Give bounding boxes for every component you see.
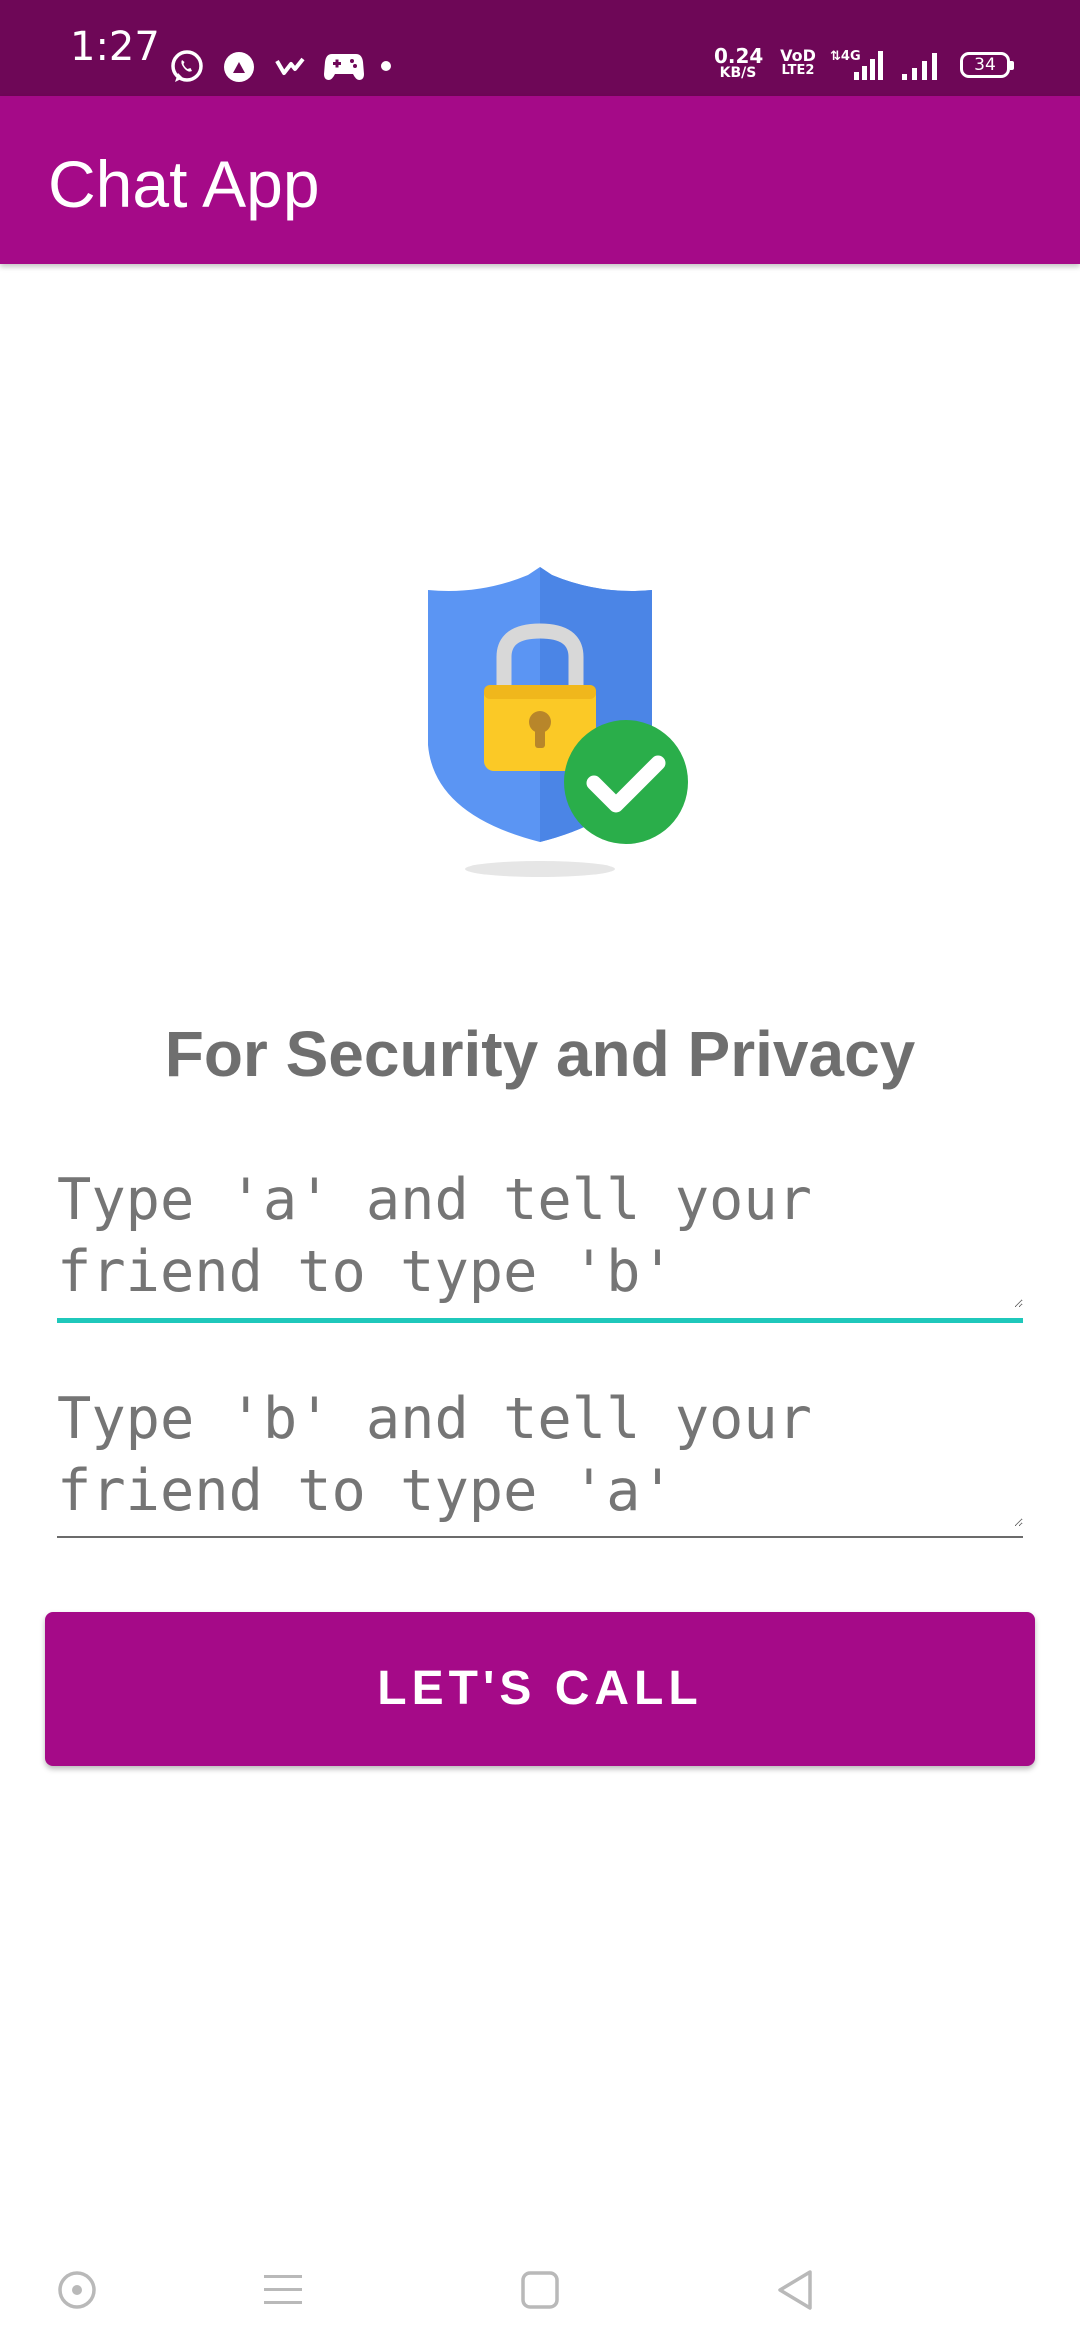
navigation-bar xyxy=(0,2230,1080,2340)
home-icon[interactable] xyxy=(520,2270,560,2310)
menu-icon[interactable] xyxy=(262,2272,304,2308)
volte-label-top: VoD xyxy=(780,46,816,65)
battery-icon: 34 xyxy=(960,52,1014,78)
check-mark-icon xyxy=(275,57,305,75)
status-bar: 1:27 0.24 KB/S VoD LTE2 ⇅4G 34 xyxy=(0,0,1080,96)
lets-call-button[interactable]: LET'S CALL xyxy=(45,1612,1035,1766)
svg-text:⇅4G: ⇅4G xyxy=(830,49,861,64)
assistant-icon[interactable] xyxy=(56,2269,98,2311)
whatsapp-icon xyxy=(171,50,203,82)
code-b-input[interactable] xyxy=(57,1383,1023,1527)
dot-icon xyxy=(381,61,391,71)
signal-icon xyxy=(902,53,937,80)
gamepad-icon xyxy=(324,54,364,80)
code-a-input-underline xyxy=(57,1318,1023,1323)
back-icon[interactable] xyxy=(774,2268,816,2312)
status-time: 1:27 xyxy=(70,24,160,70)
code-b-input-underline xyxy=(57,1536,1023,1538)
volte-icon: VoD LTE2 xyxy=(780,48,816,78)
signal-4g-icon: ⇅4G xyxy=(830,49,883,80)
network-speed-unit: KB/S xyxy=(719,65,757,81)
volte-label-bottom: LTE2 xyxy=(781,63,815,78)
shield-lock-check-icon xyxy=(428,567,688,877)
page-title: For Security and Privacy xyxy=(164,1018,916,1090)
network-speed-value: 0.24 xyxy=(714,44,764,68)
drive-icon xyxy=(224,52,254,82)
app-title: Chat App xyxy=(48,147,320,221)
network-speed: 0.24 KB/S xyxy=(714,44,764,81)
code-a-input[interactable] xyxy=(57,1164,1023,1308)
app-bar: Chat App xyxy=(0,96,1080,264)
